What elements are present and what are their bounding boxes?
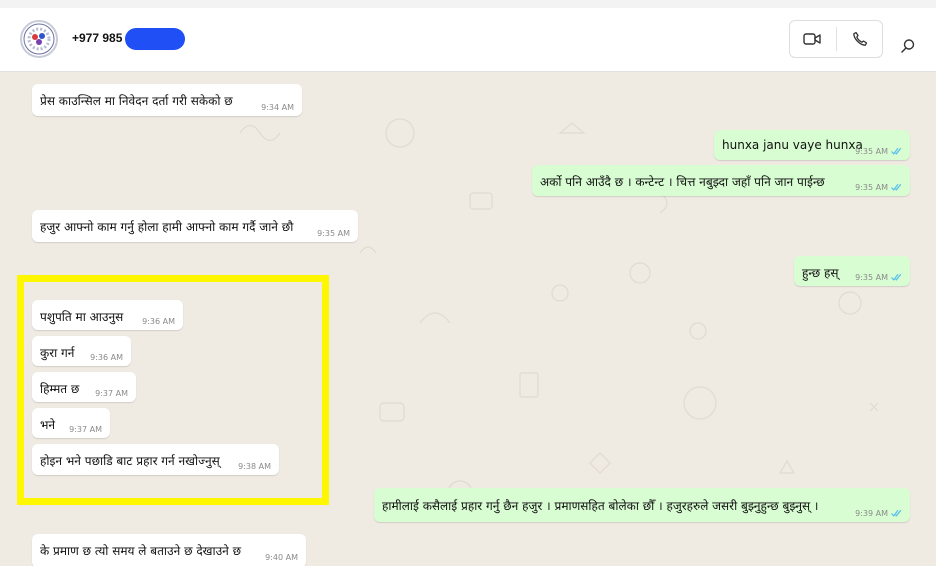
contact-name[interactable]: +977 985: [72, 31, 122, 45]
message-time: 9:35 AM: [855, 183, 888, 192]
message-bubble-outgoing[interactable]: हामीलाई कसैलाई प्रहार गर्नु छैन हजुर । प…: [374, 488, 910, 522]
message-time: 9:40 AM: [265, 553, 298, 562]
video-call-icon: [803, 33, 821, 45]
message-text: कुरा गर्न: [40, 346, 75, 360]
message-time: 9:35 AM: [855, 147, 888, 156]
video-call-button[interactable]: [800, 27, 824, 51]
message-bubble-outgoing[interactable]: hunxa janu vaye hunxa 9:35 AM: [714, 130, 910, 160]
voice-call-icon: [853, 31, 868, 46]
message-time: 9:37 AM: [69, 425, 102, 434]
message-text: अर्को पनि आउँदै छ । कन्टेन्ट । चित्त नबु…: [540, 175, 825, 189]
read-receipt-icon: [891, 509, 902, 517]
message-time: 9:37 AM: [95, 389, 128, 398]
read-receipt-icon: [891, 273, 902, 281]
read-receipt-icon: [891, 183, 902, 191]
message-text: hunxa janu vaye hunxa: [722, 138, 863, 152]
message-time: 9:34 AM: [261, 103, 294, 112]
message-bubble-incoming[interactable]: हजुर आफ्नो काम गर्नु होला हामी आफ्नो काम…: [32, 210, 358, 242]
message-text: प्रेस काउन्सिल मा निवेदन दर्ता गरी सकेको…: [40, 94, 233, 108]
message-time: 9:38 AM: [238, 462, 271, 471]
message-text: के प्रमाण छ त्यो समय ले बताउने छ देखाउने…: [40, 544, 242, 558]
call-group-divider: [836, 27, 837, 51]
message-bubble-incoming[interactable]: पशुपति मा आउनुस 9:36 AM: [32, 300, 183, 330]
message-list[interactable]: प्रेस काउन्सिल मा निवेदन दर्ता गरी सकेको…: [0, 73, 936, 566]
message-time: 9:35 AM: [855, 273, 888, 282]
message-bubble-outgoing[interactable]: हुन्छ हस् 9:35 AM: [794, 256, 910, 286]
message-bubble-incoming[interactable]: के प्रमाण छ त्यो समय ले बताउने छ देखाउने…: [32, 534, 306, 566]
message-time: 9:39 AM: [855, 509, 888, 518]
message-time: 9:35 AM: [317, 229, 350, 238]
call-buttons-group: [789, 20, 883, 58]
message-bubble-incoming[interactable]: हिम्मत छ 9:37 AM: [32, 372, 136, 402]
message-text: हामीलाई कसैलाई प्रहार गर्नु छैन हजुर । प…: [382, 499, 819, 513]
message-time: 9:36 AM: [90, 353, 123, 362]
search-button[interactable]: [896, 34, 920, 58]
redaction-mark: [125, 28, 185, 50]
search-icon: [901, 39, 915, 53]
message-bubble-incoming[interactable]: भने 9:37 AM: [32, 408, 110, 438]
message-bubble-outgoing[interactable]: अर्को पनि आउँदै छ । कन्टेन्ट । चित्त नबु…: [532, 165, 910, 196]
message-text: होइन भने पछाडि बाट प्रहार गर्न नखोज्नुस्: [40, 454, 220, 468]
message-bubble-incoming[interactable]: प्रेस काउन्सिल मा निवेदन दर्ता गरी सकेको…: [32, 84, 302, 116]
message-text: हजुर आफ्नो काम गर्नु होला हामी आफ्नो काम…: [40, 220, 294, 234]
message-time: 9:36 AM: [142, 317, 175, 326]
chat-header: +977 985: [0, 8, 936, 72]
message-text: हुन्छ हस्: [802, 266, 839, 280]
avatar[interactable]: [20, 20, 58, 58]
message-text: भने: [40, 418, 56, 432]
message-bubble-incoming[interactable]: कुरा गर्न 9:36 AM: [32, 336, 131, 366]
message-text: पशुपति मा आउनुस: [40, 310, 124, 324]
read-receipt-icon: [891, 147, 902, 155]
message-text: हिम्मत छ: [40, 382, 80, 396]
message-bubble-incoming[interactable]: होइन भने पछाडि बाट प्रहार गर्न नखोज्नुस्…: [32, 444, 279, 475]
voice-call-button[interactable]: [848, 27, 872, 51]
